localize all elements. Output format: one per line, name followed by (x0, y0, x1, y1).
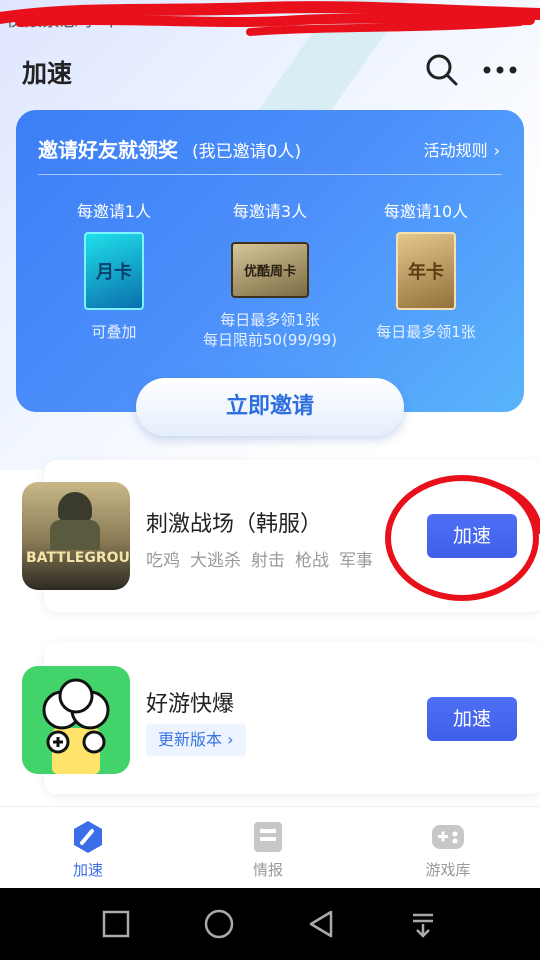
game-tag: 射击 (251, 551, 285, 571)
gamepad-icon (432, 825, 464, 849)
chevron-right-icon: › (493, 141, 500, 160)
redaction-scribble (0, 1, 540, 36)
tab-label: 情报 (252, 861, 283, 879)
tab-label: 游戏库 (425, 861, 471, 879)
reward-note: 每日最多领1张 每日限前50(99/99) (190, 310, 350, 350)
divider (38, 174, 502, 175)
system-nav-bar (0, 888, 540, 960)
notification-drawer-icon[interactable] (405, 906, 441, 942)
reward-note: 每日最多领1张 (376, 323, 476, 341)
game-tag: 吃鸡 (146, 551, 180, 571)
home-icon[interactable] (201, 906, 237, 942)
card-image-text: 月卡 (96, 262, 132, 283)
reward-1-invite: 每邀请1人 月卡 可叠加 (34, 198, 194, 342)
soldier-helmet-icon (58, 492, 92, 522)
bottom-tab-bar: 加速 情报 游戏库 (0, 806, 540, 888)
annotation-circle (385, 475, 540, 601)
update-version-badge[interactable]: 更新版本 › (146, 724, 246, 756)
reward-label: 每邀请3人 (232, 202, 308, 221)
month-card-image: 月卡 (84, 232, 144, 310)
pubg-game-icon[interactable]: BATTLEGROUNDS (22, 482, 130, 590)
invite-title: 邀请好友就领奖 (38, 138, 178, 162)
popcorn-game-icon[interactable] (22, 666, 130, 774)
tab-label: 加速 (72, 861, 103, 879)
tab-accelerate[interactable]: 加速 (28, 807, 148, 889)
rules-link[interactable]: 活动规则 › (424, 137, 500, 161)
game-icon-text: BATTLEGROUNDS (26, 550, 130, 566)
invite-now-button[interactable]: 立即邀请 (136, 378, 404, 436)
accelerate-button[interactable]: 加速 (427, 697, 517, 741)
update-version-label: 更新版本 (158, 730, 223, 749)
tab-game-library[interactable]: 游戏库 (388, 807, 508, 889)
back-icon[interactable] (303, 906, 339, 942)
reward-label: 每邀请1人 (76, 202, 152, 221)
card-image-text: 年卡 (408, 262, 444, 283)
tab-news[interactable]: 情报 (208, 807, 328, 889)
reward-3-invites: 每邀请3人 优酷周卡 每日最多领1张 每日限前50(99/99) (190, 198, 350, 350)
reward-10-invites: 每邀请10人 年卡 每日最多领1张 (346, 198, 506, 342)
game-tags: 吃鸡 大逃杀 射击 枪战 军事 (146, 546, 383, 571)
more-icon[interactable] (482, 52, 518, 88)
soldier-body-icon (50, 520, 100, 550)
game-title: 好游快爆 (146, 692, 235, 717)
card-image-text: 优酷周卡 (243, 264, 296, 280)
invite-card: 邀请好友就领奖 (我已邀请0人) 活动规则 › 每邀请1人 月卡 可叠加 每邀请3… (16, 110, 524, 412)
rules-link-label: 活动规则 (423, 141, 488, 160)
year-card-image: 年卡 (396, 232, 456, 310)
page-title: 加速 (22, 59, 73, 88)
reward-note-line-2: 每日限前50(99/99) (202, 331, 338, 349)
week-card-image: 优酷周卡 (231, 242, 309, 298)
invite-subtitle: (我已邀请0人) (192, 142, 302, 162)
recent-apps-icon[interactable] (98, 906, 134, 942)
reward-note-line-1: 每日最多领1张 (220, 311, 320, 329)
reward-label: 每邀请10人 (383, 202, 469, 221)
popcorn-icon (42, 678, 110, 774)
news-icon (254, 822, 282, 852)
chevron-right-icon: › (227, 730, 234, 749)
speedometer-icon (74, 821, 102, 853)
game-tag: 大逃杀 (190, 551, 241, 571)
game-title: 刺激战场（韩服） (146, 512, 323, 537)
search-icon[interactable] (424, 52, 460, 88)
game-tag: 枪战 (295, 551, 329, 571)
game-tag: 军事 (339, 551, 373, 571)
reward-note: 可叠加 (91, 323, 137, 341)
